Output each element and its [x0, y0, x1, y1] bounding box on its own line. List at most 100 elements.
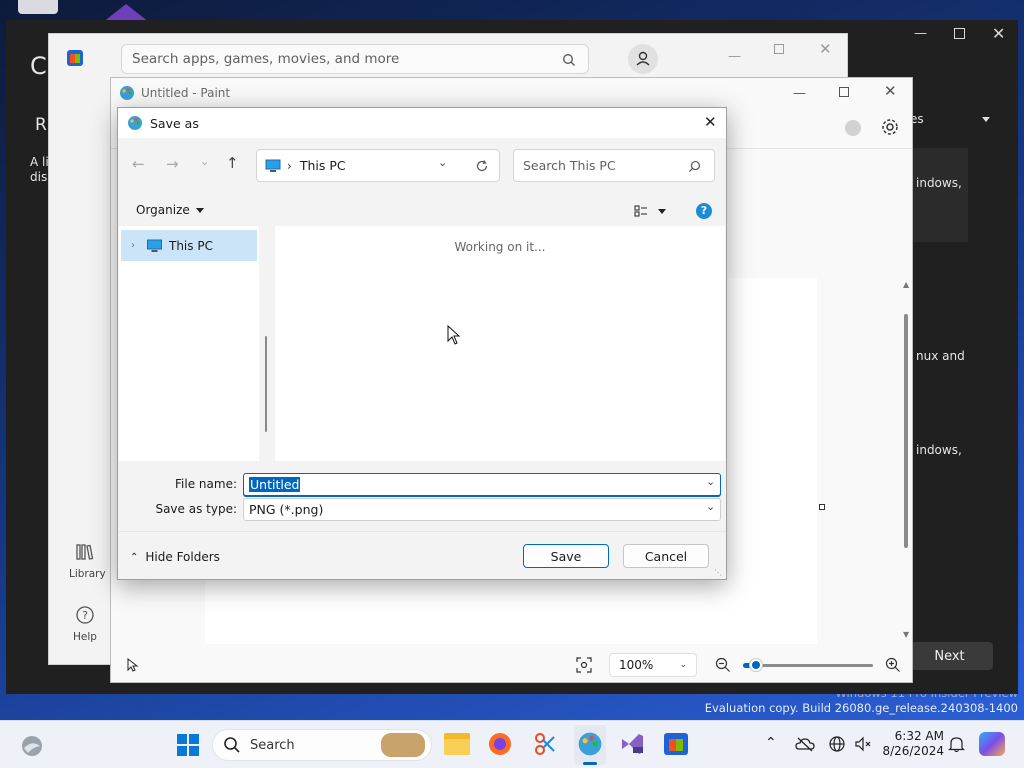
- store-dark-card: [912, 148, 968, 242]
- start-windows-icon[interactable]: [176, 733, 200, 757]
- chevron-down-icon[interactable]: [982, 117, 990, 122]
- file-name-input[interactable]: Untitled ⌄: [243, 473, 721, 496]
- fit-to-window-icon[interactable]: [576, 657, 592, 673]
- clock-date: 8/26/2024: [882, 744, 944, 758]
- resize-grip-icon[interactable]: ⋱: [714, 568, 722, 577]
- view-options-icon[interactable]: [634, 204, 648, 218]
- clock[interactable]: 6:32 AM 8/26/2024: [882, 729, 944, 759]
- help-icon[interactable]: ?: [696, 203, 712, 219]
- active-indicator: [583, 762, 597, 765]
- show-hidden-icons-chevron-icon[interactable]: ⌃: [765, 735, 777, 751]
- next-button[interactable]: Next: [906, 642, 993, 670]
- onedrive-icon[interactable]: [795, 736, 815, 752]
- organize-label: Organize: [136, 203, 190, 217]
- close-icon[interactable]: ✕: [992, 24, 1005, 43]
- copilot-icon[interactable]: [979, 732, 1005, 756]
- store-close-icon[interactable]: ✕: [819, 40, 832, 58]
- store-left-heading: C: [30, 52, 47, 80]
- svg-text:?: ?: [82, 609, 88, 622]
- file-name-dropdown-icon[interactable]: ⌄: [706, 475, 715, 488]
- zoom-select[interactable]: 100% ⌄: [609, 653, 697, 677]
- snipping-tool-icon[interactable]: [532, 731, 558, 757]
- store-snippet-2: nux and: [916, 349, 965, 363]
- paint-profile-icon[interactable]: [845, 120, 861, 136]
- dialog-title: Save as: [150, 115, 199, 131]
- scroll-down-icon[interactable]: ▼: [903, 630, 909, 639]
- vertical-scrollbar-thumb[interactable]: [904, 314, 908, 548]
- store-minimize-icon[interactable]: —: [728, 49, 741, 64]
- save-as-type-select[interactable]: PNG (*.png) ⌄: [243, 498, 721, 521]
- dialog-titlebar: Save as ✕: [118, 108, 726, 138]
- dialog-footer: ⌃ Hide Folders Save Cancel ⋱: [118, 531, 726, 579]
- taskbar-paint-active[interactable]: [574, 725, 606, 765]
- address-dropdown-icon[interactable]: ⌄: [438, 156, 447, 169]
- nav-scrollbar-thumb[interactable]: [265, 336, 267, 432]
- settings-icon[interactable]: [880, 117, 900, 137]
- store-left-desc-1: A li: [30, 155, 49, 169]
- volume-muted-icon[interactable]: [854, 736, 872, 752]
- breadcrumb-separator-icon: ›: [287, 158, 292, 173]
- cancel-button[interactable]: Cancel: [623, 544, 709, 568]
- paint-close-icon[interactable]: ✕: [884, 82, 897, 100]
- forward-arrow-icon[interactable]: →: [166, 155, 179, 173]
- paint-minimize-icon[interactable]: —: [793, 86, 806, 101]
- dialog-search-input[interactable]: Search This PC: [513, 149, 715, 182]
- store-maximize-icon[interactable]: [774, 44, 784, 54]
- refresh-icon[interactable]: [475, 159, 489, 173]
- firefox-icon[interactable]: [487, 731, 513, 757]
- nav-scrollbar-track[interactable]: [259, 226, 275, 461]
- widgets-icon[interactable]: [20, 734, 44, 758]
- expand-chevron-icon[interactable]: ›: [131, 240, 135, 251]
- store-taskbar-icon[interactable]: [664, 733, 688, 755]
- scroll-up-icon[interactable]: ▲: [903, 280, 909, 289]
- library-nav[interactable]: Library: [69, 542, 106, 580]
- taskbar: Search ⌃ 6:32 AM 8/26/2024: [0, 720, 1024, 768]
- save-button[interactable]: Save: [523, 544, 609, 568]
- save-as-dialog: Save as ✕ ← → ⌄ ↑ › This PC ⌄ Search Thi…: [117, 107, 727, 580]
- taskbar-search[interactable]: Search: [212, 729, 432, 761]
- back-arrow-icon[interactable]: ←: [132, 155, 145, 173]
- zoom-out-icon[interactable]: [715, 657, 731, 673]
- zoom-in-icon[interactable]: [885, 657, 901, 673]
- help-icon: ?: [76, 606, 94, 624]
- address-location[interactable]: This PC: [300, 158, 346, 173]
- globe-network-icon[interactable]: [829, 736, 845, 752]
- search-icon[interactable]: [562, 53, 576, 67]
- this-pc-icon: [147, 239, 162, 252]
- search-highlight-image: [381, 733, 425, 757]
- file-name-value[interactable]: Untitled: [249, 477, 301, 492]
- paint-titlebar: Untitled - Paint: [119, 84, 230, 102]
- library-icon: [76, 544, 94, 560]
- zoom-value: 100%: [619, 658, 654, 672]
- help-nav[interactable]: ? Help: [69, 605, 101, 643]
- organize-button[interactable]: Organize: [136, 203, 204, 217]
- hide-folders-button[interactable]: ⌃ Hide Folders: [130, 550, 220, 564]
- evaluation-watermark: Evaluation copy. Build 26080.ge_release.…: [704, 701, 1018, 715]
- store-logo-icon: [67, 50, 83, 66]
- store-snippet-3: indows,: [916, 443, 962, 457]
- search-icon: [224, 737, 240, 753]
- recent-locations-chevron-icon[interactable]: ⌄: [200, 155, 209, 168]
- search-icon[interactable]: [688, 160, 701, 173]
- file-list-pane[interactable]: Working on it...: [275, 226, 725, 461]
- up-arrow-icon[interactable]: ↑: [226, 154, 239, 172]
- dialog-command-bar: Organize ?: [118, 196, 726, 226]
- canvas-resize-handle[interactable]: [819, 504, 825, 510]
- maximize-icon[interactable]: [954, 28, 965, 39]
- store-search-input[interactable]: Search apps, games, movies, and more: [121, 44, 589, 74]
- file-explorer-icon[interactable]: [444, 733, 470, 755]
- save-as-type-value: PNG (*.png): [249, 502, 324, 517]
- minimize-icon[interactable]: —: [914, 26, 927, 41]
- loading-status: Working on it...: [454, 240, 546, 254]
- paint-maximize-icon[interactable]: [839, 87, 849, 97]
- nav-item-this-pc[interactable]: › This PC: [121, 230, 257, 261]
- dialog-search-placeholder: Search This PC: [523, 158, 616, 173]
- zoom-slider-track[interactable]: [743, 664, 873, 667]
- account-icon[interactable]: [628, 44, 658, 74]
- zoom-slider-thumb[interactable]: [750, 659, 762, 671]
- dialog-close-icon[interactable]: ✕: [704, 113, 717, 131]
- save-as-type-dropdown-icon[interactable]: ⌄: [706, 500, 715, 513]
- view-dropdown-icon[interactable]: [658, 209, 666, 214]
- address-bar[interactable]: › This PC ⌄: [256, 149, 500, 182]
- notification-bell-icon[interactable]: [948, 735, 965, 753]
